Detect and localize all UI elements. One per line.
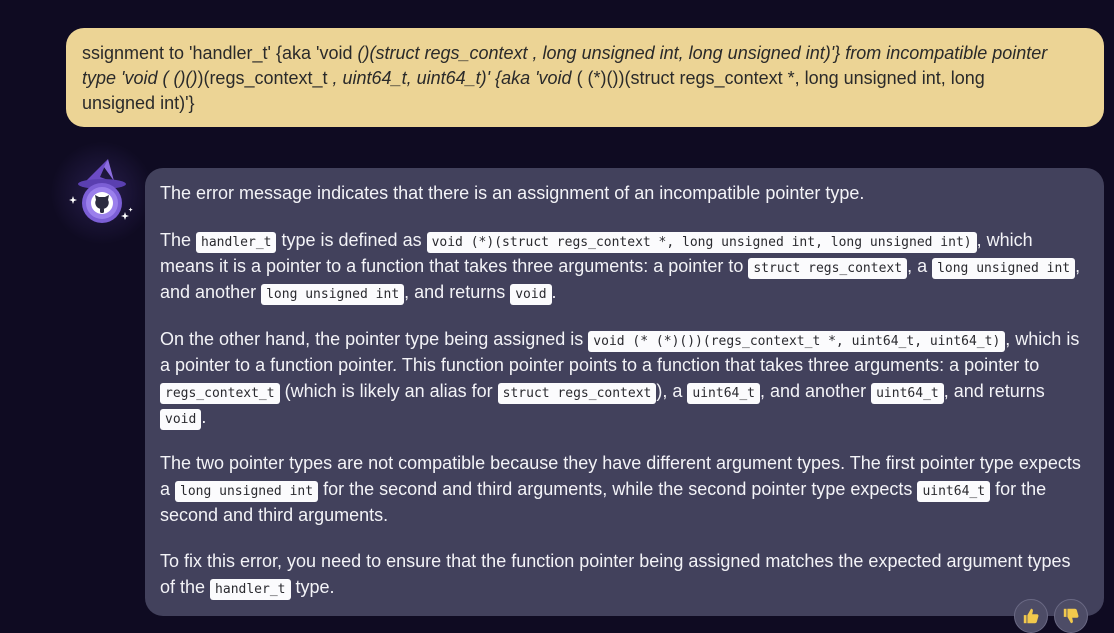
user-text-segment: ( (*)())(struct regs_context *, long uns… [576,68,985,88]
assistant-paragraph: The two pointer types are not compatible… [160,450,1089,528]
user-text-segment: , uint64_t, uint64_t)' {aka 'void [332,68,577,88]
assistant-text: , and another [760,381,872,401]
assistant-text: . [201,407,207,427]
user-message-bubble: ssignment to 'handler_t' {aka 'void ()(s… [66,28,1104,127]
inline-code: long unsigned int [932,258,1076,279]
thumbs-up-button[interactable] [1014,599,1048,633]
inline-code: handler_t [196,232,277,253]
inline-code: void (* (*)())(regs_context_t *, uint64_… [588,331,1006,352]
user-message-text: ssignment to 'handler_t' {aka 'void ()(s… [82,41,1088,116]
assistant-paragraph: The handler_t type is defined as void (*… [160,227,1089,305]
assistant-text: The error message indicates that there i… [160,183,865,203]
inline-code: void [510,284,552,305]
user-text-segment: )(regs_context_t [197,68,333,88]
inline-code: long unsigned int [175,481,319,502]
assistant-text: ), a [656,381,688,401]
user-text-segment: type 'void ( ()() [82,68,198,88]
inline-code: uint64_t [687,383,761,404]
github-wizard-avatar-icon [50,141,154,245]
thumbs-up-icon [1023,608,1039,624]
inline-code: void [160,409,202,430]
assistant-paragraph: The error message indicates that there i… [160,180,1089,206]
thumbs-down-icon [1063,608,1079,624]
assistant-text: (which is likely an alias for [279,381,498,401]
user-text-segment: unsigned int)'} [82,93,195,113]
assistant-paragraph: To fix this error, you need to ensure th… [160,548,1089,600]
inline-code: long unsigned int [261,284,405,305]
assistant-text: for the second and third arguments, whil… [318,479,918,499]
user-text-segment: ssignment to 'handler_t' {aka 'void [82,43,358,63]
assistant-text: , a [907,256,933,276]
inline-code: regs_context_t [160,383,280,404]
assistant-text: . [551,282,557,302]
inline-code: struct regs_context [748,258,908,279]
assistant-text: , and returns [943,381,1045,401]
inline-code: struct regs_context [497,383,657,404]
thumbs-down-button[interactable] [1054,599,1088,633]
assistant-text: On the other hand, the pointer type bein… [160,329,589,349]
assistant-paragraph: On the other hand, the pointer type bein… [160,326,1089,430]
assistant-message-bubble: The error message indicates that there i… [145,168,1104,616]
assistant-text: type is defined as [276,230,427,250]
user-text-segment: ()(struct regs_context , long unsigned i… [357,43,1048,63]
inline-code: uint64_t [917,481,991,502]
inline-code: handler_t [210,579,291,600]
inline-code: void (*)(struct regs_context *, long uns… [426,232,977,253]
inline-code: uint64_t [871,383,944,404]
assistant-text: type. [290,577,335,597]
assistant-text: The [160,230,197,250]
assistant-text: , and returns [404,282,511,302]
